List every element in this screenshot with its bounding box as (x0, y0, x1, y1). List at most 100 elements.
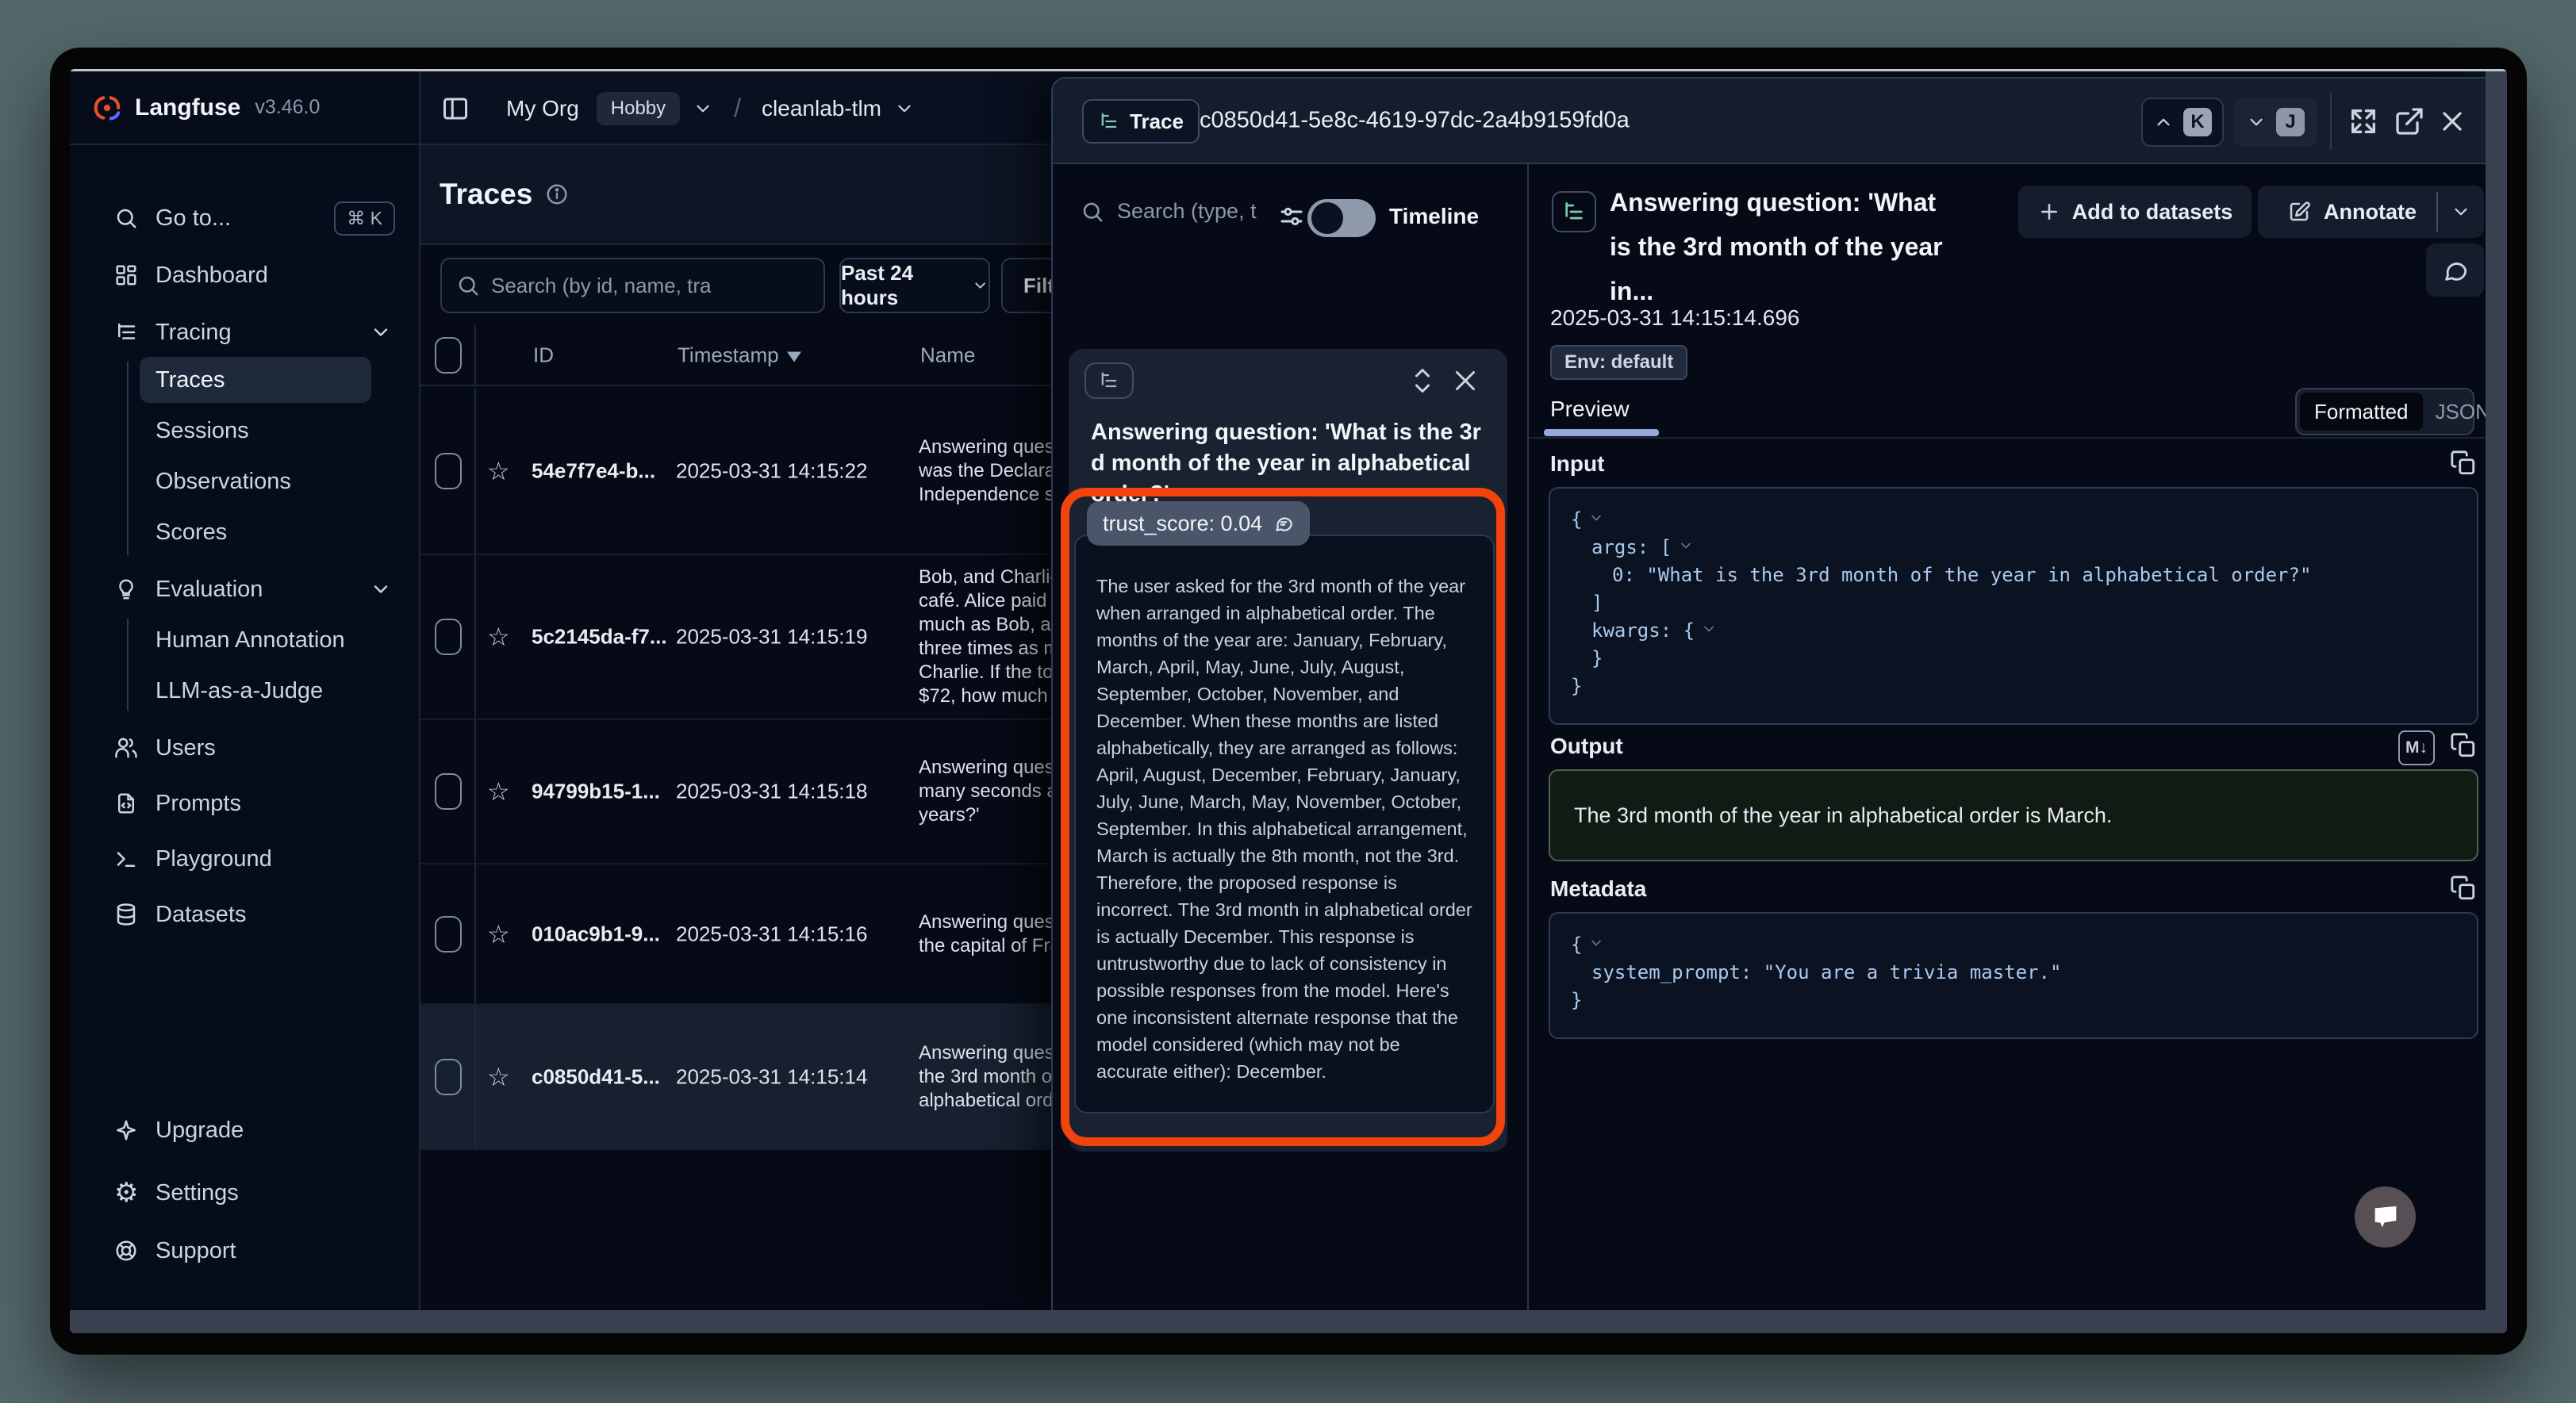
row-checkbox[interactable] (435, 619, 462, 655)
collapse-chevron-icon[interactable] (1701, 621, 1717, 637)
sidebar-item-label: Datasets (155, 902, 246, 928)
copy-icon[interactable] (2450, 875, 2477, 902)
chat-widget-button[interactable] (2355, 1186, 2416, 1248)
tree-search[interactable] (1081, 199, 1268, 224)
toggle-knob (1311, 202, 1343, 234)
sidebar-item-sessions[interactable]: Sessions (70, 408, 420, 454)
comments-button[interactable] (2426, 243, 2484, 297)
chevron-down-icon[interactable] (2451, 201, 2471, 222)
sidebar-item-label: Settings (155, 1180, 239, 1206)
plus-icon (2037, 200, 2061, 224)
sidebar-item-datasets[interactable]: Datasets (70, 891, 420, 937)
sidebar-item-playground[interactable]: Playground (70, 836, 420, 882)
trace-name: Answering questthe capital of Fra (919, 910, 1051, 958)
unfold-vertical-icon[interactable] (1408, 366, 1437, 395)
sidebar-item-label: Support (155, 1238, 236, 1264)
chat-bubble-icon (2370, 1202, 2401, 1233)
collapse-icon[interactable] (1451, 366, 1480, 395)
output-block[interactable]: The 3rd month of the year in alphabetica… (1549, 769, 2478, 861)
column-header-id[interactable]: ID (533, 343, 554, 367)
search-icon (456, 274, 480, 297)
filter-settings-icon[interactable] (1277, 202, 1306, 231)
table-row[interactable]: ☆ 94799b15-1... 2025-03-31 14:15:18 Answ… (420, 720, 1051, 864)
table-row[interactable]: ☆ 54e7f7e4-b... 2025-03-31 14:15:22 Answ… (420, 388, 1051, 555)
trace-timestamp: 2025-03-31 14:15:14 (676, 1064, 867, 1089)
trust-score-comment-box: The user asked for the 3rd month of the … (1074, 535, 1495, 1114)
command-k-shortcut: ⌘ K (334, 201, 395, 236)
sidebar-item-dashboard[interactable]: Dashboard (70, 252, 420, 298)
chevron-down-icon[interactable] (693, 98, 713, 119)
filters-button[interactable]: Filters (1001, 258, 1051, 313)
select-all-checkbox[interactable] (435, 337, 462, 374)
copy-icon[interactable] (2450, 450, 2477, 477)
maximize-icon[interactable] (2348, 105, 2379, 137)
close-icon[interactable] (2436, 105, 2468, 137)
format-option-json[interactable]: JSON (2423, 400, 2486, 424)
star-icon[interactable]: ☆ (487, 776, 510, 807)
info-icon[interactable] (545, 182, 569, 206)
trace-card[interactable]: Answering question: 'What is the 3rd mon… (1069, 349, 1507, 1152)
markdown-toggle-icon[interactable]: M↓ (2398, 730, 2435, 765)
database-icon (114, 903, 138, 926)
traces-search[interactable] (440, 258, 825, 313)
previous-trace-button[interactable]: K (2141, 98, 2224, 147)
format-toggle[interactable]: Formatted JSON (2295, 388, 2474, 435)
sidebar-item-go-to[interactable]: Go to... ⌘ K (70, 195, 420, 241)
chevron-up-icon (2153, 112, 2174, 132)
star-icon[interactable]: ☆ (487, 919, 510, 949)
trust-score-badge[interactable]: trust_score: 0.04 (1087, 501, 1310, 546)
sidebar-item-human-annotation[interactable]: Human Annotation (70, 617, 420, 663)
detail-trace-type-badge (1552, 191, 1596, 232)
trace-card-type-badge (1085, 362, 1134, 399)
row-checkbox[interactable] (435, 1059, 462, 1095)
sidebar-item-evaluation[interactable]: Evaluation (70, 566, 420, 612)
next-trace-button[interactable]: J (2233, 98, 2317, 147)
sidebar-item-upgrade[interactable]: Upgrade (70, 1107, 420, 1153)
column-header-timestamp[interactable]: Timestamp (678, 343, 801, 367)
sidebar-item-settings[interactable]: ⚙ Settings (70, 1170, 420, 1216)
copy-icon[interactable] (2450, 732, 2477, 759)
table-row[interactable]: ☆ 010ac9b1-9... 2025-03-31 14:15:16 Answ… (420, 864, 1051, 1005)
breadcrumb: My Org Hobby / cleanlab-tlm (420, 71, 1051, 145)
sidebar-item-tracing[interactable]: Tracing (70, 309, 420, 355)
sidebar-item-traces[interactable]: Traces (70, 357, 420, 403)
collapse-chevron-icon[interactable] (1678, 538, 1694, 554)
traces-search-input[interactable] (491, 274, 793, 298)
add-to-datasets-button[interactable]: Add to datasets (2018, 186, 2252, 238)
page-title: Traces (440, 178, 532, 211)
annotate-button[interactable]: Annotate (2258, 186, 2484, 238)
star-icon[interactable]: ☆ (487, 1062, 510, 1092)
sidebar-item-observations[interactable]: Observations (70, 458, 420, 504)
metadata-code-block[interactable]: { system_prompt: "You are a trivia maste… (1549, 912, 2478, 1039)
tree-search-input[interactable] (1117, 199, 1268, 224)
org-name[interactable]: My Org (506, 96, 579, 121)
collapse-chevron-icon[interactable] (1588, 935, 1604, 951)
row-checkbox[interactable] (435, 916, 462, 953)
panel-left-icon[interactable] (441, 94, 470, 123)
sidebar-item-users[interactable]: Users (70, 725, 420, 771)
timeline-toggle[interactable] (1307, 199, 1376, 237)
sidebar-item-support[interactable]: Support (70, 1228, 420, 1274)
sidebar-item-scores[interactable]: Scores (70, 509, 420, 555)
star-icon[interactable]: ☆ (487, 622, 510, 652)
chevron-down-icon[interactable] (894, 98, 915, 119)
time-range-button[interactable]: Past 24 hours (839, 258, 990, 313)
collapse-chevron-icon[interactable] (1588, 510, 1604, 526)
table-row[interactable]: ☆ 5c2145da-f7... 2025-03-31 14:15:19 Bob… (420, 555, 1051, 720)
input-section-label: Input (1550, 451, 1604, 477)
tab-preview[interactable]: Preview (1550, 397, 1630, 422)
row-checkbox[interactable] (435, 773, 462, 810)
format-option-formatted[interactable]: Formatted (2300, 393, 2423, 431)
sidebar-item-prompts[interactable]: Prompts (70, 780, 420, 826)
row-checkbox[interactable] (435, 453, 462, 489)
project-name[interactable]: cleanlab-tlm (762, 96, 881, 121)
sidebar-item-label: Human Annotation (155, 627, 345, 654)
star-icon[interactable]: ☆ (487, 456, 510, 486)
sidebar-item-llm-as-a-judge[interactable]: LLM-as-a-Judge (70, 668, 420, 714)
table-row-selected[interactable]: ☆ c0850d41-5... 2025-03-31 14:15:14 Answ… (420, 1005, 1051, 1150)
input-code-block[interactable]: { args: [ 0: "What is the 3rd month of t… (1549, 487, 2478, 725)
list-tree-icon (1098, 370, 1120, 392)
search-icon (114, 206, 138, 230)
open-external-icon[interactable] (2394, 105, 2425, 137)
column-header-name[interactable]: Name (920, 343, 975, 367)
